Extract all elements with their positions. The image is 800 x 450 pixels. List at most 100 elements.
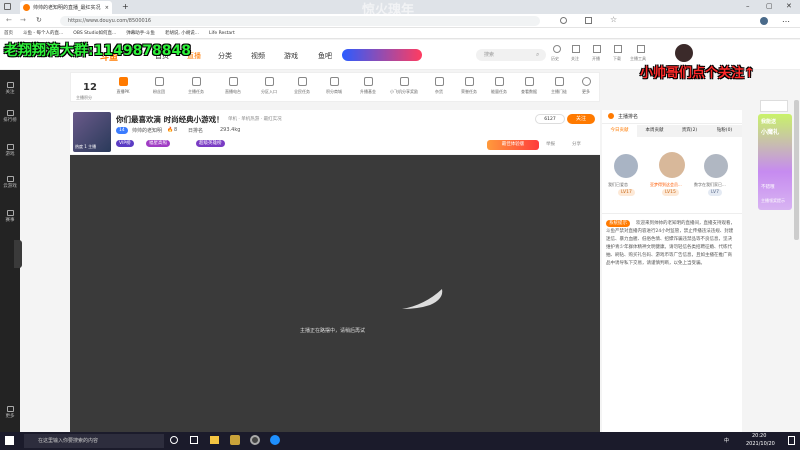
tool-pk[interactable]: 直播PK — [108, 77, 138, 95]
panel-divider — [602, 213, 742, 214]
rank-avatar[interactable] — [704, 154, 728, 178]
favorite-star-icon[interactable]: ☆ — [610, 15, 617, 24]
rank-label[interactable]: 日排名 — [188, 127, 203, 134]
tool-tasks[interactable]: 主播任务 — [181, 77, 211, 95]
sidebar-item-follow[interactable]: 关注 — [0, 82, 20, 95]
nav-fishbar[interactable]: 鱼吧 — [318, 51, 332, 61]
promo-bottom-text: 不错哦 — [761, 185, 775, 190]
rank-badge: LV7 — [708, 189, 722, 196]
new-tab-button[interactable]: + — [122, 2, 129, 11]
streamer-tools-icon[interactable] — [637, 45, 645, 53]
cortana-icon[interactable] — [170, 436, 178, 444]
sidebar-item-rank[interactable]: 排行榜 — [0, 110, 20, 123]
input-lang[interactable]: 中 — [724, 437, 729, 444]
browser-tab[interactable]: 帅帅的老知明的直播_最红实况 × — [20, 1, 112, 14]
tool-energy[interactable]: 能量任务 — [484, 77, 514, 95]
tool-plane-share[interactable]: 小飞机分享奖励 — [387, 77, 421, 95]
start-stream-icon[interactable] — [593, 45, 601, 53]
url-field[interactable]: https://www.douyu.com/8500016 — [60, 16, 540, 26]
page-scrollbar[interactable] — [794, 100, 799, 240]
stream-header: 热度 1 主播 你们最喜欢滴 时尚经典小游戏！ 单机 · 单机热游 · 最红实况… — [70, 110, 600, 154]
sidebar-item-events[interactable]: 赛事 — [0, 210, 20, 223]
streamer-name[interactable]: 帅帅的老知明 — [132, 127, 162, 134]
game-app-icon[interactable] — [230, 435, 240, 445]
viewer-count: 6127 — [535, 114, 565, 124]
edge-icon[interactable] — [270, 435, 280, 445]
search-icon[interactable]: ⌕ — [536, 51, 539, 59]
profile-avatar[interactable] — [760, 17, 768, 25]
tool-label: 分区入口 — [261, 89, 277, 94]
tool-fund[interactable]: 升播基金 — [353, 77, 383, 95]
room-tag[interactable]: 最佳体验版 — [487, 140, 539, 150]
sidebar-collapse-handle[interactable] — [14, 240, 22, 268]
sidebar-item-more[interactable]: 更多 — [0, 406, 20, 419]
promo-card[interactable]: 我能送 小魔礼 不错哦 主播领奖提示 — [758, 114, 792, 210]
user-avatar[interactable] — [675, 44, 693, 62]
tool-honor[interactable]: 荣誉任务 — [454, 77, 484, 95]
close-window-icon[interactable]: ✕ — [786, 2, 792, 10]
history-icon[interactable] — [553, 45, 561, 53]
tool-section[interactable]: 分区入口 — [254, 77, 284, 95]
file-explorer-icon[interactable] — [210, 436, 219, 444]
follow-list-icon[interactable] — [572, 45, 580, 53]
back-icon[interactable]: ← — [6, 16, 12, 24]
reading-view-icon[interactable] — [585, 17, 592, 24]
tool-data[interactable]: 查看数据 — [514, 77, 544, 95]
tab-diamond[interactable]: 钻粉(0) — [707, 125, 742, 137]
extension-icon[interactable] — [560, 17, 567, 24]
nav-games[interactable]: 游戏 — [284, 51, 298, 61]
tool-misc[interactable]: 杂货 — [424, 77, 454, 95]
bookmark-item[interactable]: 弹幕助手-斗鱼 — [126, 30, 155, 36]
maximize-icon[interactable]: ▢ — [766, 2, 773, 10]
rank-avatar[interactable] — [614, 154, 638, 178]
stream-category[interactable]: 单机 · 单机热游 · 最红实况 — [228, 116, 282, 122]
tool-fans[interactable]: 粉丝团 — [144, 77, 174, 95]
tool-points-mall[interactable]: 积分商城 — [319, 77, 349, 95]
obs-icon[interactable] — [250, 435, 260, 445]
bookmark-item[interactable]: 老胡说, 小胡说... — [165, 30, 199, 36]
more-icon[interactable]: … — [782, 15, 790, 24]
minimize-icon[interactable]: – — [746, 2, 750, 10]
task-view-icon[interactable] — [190, 436, 198, 444]
tab-vip[interactable]: 贵宾(2) — [672, 125, 707, 137]
tab-today[interactable]: 今日贡献 — [602, 125, 637, 137]
sidebar-label: 关注 — [5, 90, 15, 95]
sidebar-item-games[interactable]: 游戏 — [0, 144, 20, 157]
close-tab-icon[interactable]: × — [105, 5, 109, 11]
promo-banner[interactable] — [342, 49, 422, 61]
nav-category[interactable]: 分类 — [218, 51, 232, 61]
start-icon[interactable] — [5, 436, 14, 445]
download-icon[interactable] — [614, 45, 622, 53]
bookmark-item[interactable]: OBS Studio如何直... — [73, 30, 116, 36]
award-tag[interactable]: 超级英雄榜 — [196, 140, 225, 147]
bookmark-item[interactable]: 斗鱼 - 每个人的直... — [23, 30, 63, 36]
header-history-label: 历史 — [551, 56, 559, 61]
level-badge: 14 — [116, 127, 128, 134]
tab-week[interactable]: 本周贡献 — [637, 125, 672, 137]
taskbar-search[interactable]: 在这里输入你要搜索的内容 — [24, 434, 164, 448]
tool-all-tasks[interactable]: 全民任务 — [287, 77, 317, 95]
vip-tag[interactable]: VIP榜 — [116, 140, 134, 147]
bookmark-item[interactable]: 首页 — [4, 30, 13, 36]
tool-radio[interactable]: 直播电台 — [218, 77, 248, 95]
stream-avatar[interactable]: 热度 1 主播 — [73, 112, 111, 152]
gauge-icon — [494, 77, 504, 86]
sidebar-item-cloud-games[interactable]: 云游戏 — [0, 176, 20, 189]
bookmark-item[interactable]: Life Restart — [209, 31, 235, 36]
report-link[interactable]: 举报 — [546, 141, 555, 147]
video-player[interactable]: 主播正在路摆中，请稍后再试 — [70, 155, 600, 433]
stream-title: 你们最喜欢滴 时尚经典小游戏！ — [116, 115, 224, 124]
event-tag[interactable]: 福星高照 — [146, 140, 170, 147]
share-link[interactable]: 分享 — [572, 141, 581, 147]
tool-more[interactable]: 更多 — [574, 77, 598, 95]
promo-handle[interactable] — [760, 100, 788, 112]
notification-icon[interactable] — [788, 436, 795, 445]
rank-avatar[interactable] — [659, 152, 685, 178]
follow-button[interactable]: 关注 — [567, 114, 595, 124]
nav-video[interactable]: 视频 — [251, 51, 265, 61]
tool-disciples[interactable]: 主播门徒 — [544, 77, 574, 95]
window-menu-icon[interactable] — [4, 3, 11, 10]
anchor-level: 12 — [83, 82, 97, 93]
forward-icon[interactable]: → — [20, 16, 26, 24]
refresh-icon[interactable]: ↻ — [36, 16, 42, 24]
